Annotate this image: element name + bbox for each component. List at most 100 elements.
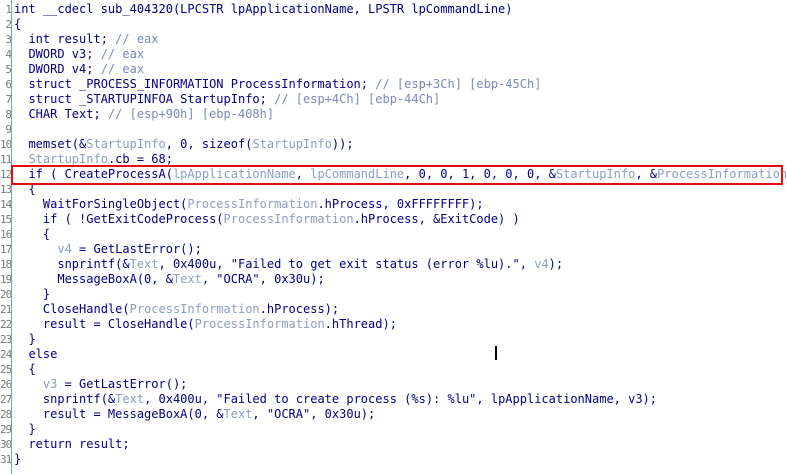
code-token: .hProcess, 0xFFFFFFFF);: [317, 197, 484, 211]
code-token: else: [14, 347, 58, 361]
line-number: 26: [0, 378, 11, 391]
code-line[interactable]: 18 snprintf(&Text, 0x400u, "Failed to ge…: [0, 257, 787, 272]
code-line[interactable]: 19 MessageBoxA(0, &Text, "OCRA", 0x30u);: [0, 272, 787, 287]
code-token: CHAR Text;: [14, 107, 108, 121]
code-line[interactable]: 7 struct _STARTUPINFOA StartupInfo; // […: [0, 92, 787, 107]
line-number: 4: [5, 48, 11, 61]
code-text: }: [14, 452, 21, 467]
code-line[interactable]: 6 struct _PROCESS_INFORMATION ProcessInf…: [0, 77, 787, 92]
code-line[interactable]: 30 return result;: [0, 437, 787, 452]
code-line[interactable]: 24 else: [0, 347, 787, 362]
code-text: snprintf(&Text, 0x400u, "Failed to creat…: [14, 392, 657, 407]
code-token: = GetLastError();: [57, 377, 188, 391]
code-token: {: [14, 362, 36, 376]
line-number: 8: [5, 108, 11, 121]
code-line[interactable]: 27 snprintf(&Text, 0x400u, "Failed to cr…: [0, 392, 787, 407]
code-token: // eax: [115, 32, 159, 46]
line-number: 13: [0, 183, 11, 196]
code-text: struct _PROCESS_INFORMATION ProcessInfor…: [14, 77, 541, 92]
code-line[interactable]: 3 int result; // eax: [0, 32, 787, 47]
code-token: ProcessInformation: [223, 212, 354, 226]
code-token: struct _PROCESS_INFORMATION ProcessInfor…: [14, 77, 376, 91]
code-text: {: [14, 17, 21, 32]
code-text: v4 = GetLastError();: [14, 242, 202, 257]
code-token: , "OCRA", 0x30u);: [252, 407, 376, 421]
line-number: 28: [0, 408, 11, 421]
code-text: {: [14, 362, 36, 377]
line-number: 18: [0, 258, 11, 271]
code-text: return result;: [14, 437, 129, 452]
code-text: else: [14, 347, 57, 362]
code-line[interactable]: 31}: [0, 452, 787, 467]
code-text: if ( !GetExitCodeProcess(ProcessInformat…: [14, 212, 520, 227]
code-text: int __cdecl sub_404320(LPCSTR lpApplicat…: [14, 2, 513, 17]
code-token: ProcessInformation: [194, 317, 325, 331]
line-number: 15: [0, 213, 11, 226]
code-text: WaitForSingleObject(ProcessInformation.h…: [14, 197, 484, 212]
code-token: }: [14, 422, 36, 436]
code-token: StartupInfo: [86, 137, 166, 151]
code-token: StartupInfo: [252, 137, 332, 151]
line-number: 29: [0, 423, 11, 436]
line-number: 2: [5, 18, 11, 31]
code-text: memset(&StartupInfo, 0, sizeof(StartupIn…: [14, 137, 354, 152]
code-token: , 0, sizeof(: [165, 137, 253, 151]
line-number: 31: [0, 453, 11, 466]
code-token: ProcessInformation: [187, 197, 318, 211]
code-line[interactable]: 14 WaitForSingleObject(ProcessInformatio…: [0, 197, 787, 212]
code-text: snprintf(&Text, 0x400u, "Failed to get e…: [14, 257, 563, 272]
code-text: result = CloseHandle(ProcessInformation.…: [14, 317, 397, 332]
code-line[interactable]: 17 v4 = GetLastError();: [0, 242, 787, 257]
code-token: result = CloseHandle(: [14, 317, 195, 331]
code-line[interactable]: 21 CloseHandle(ProcessInformation.hProce…: [0, 302, 787, 317]
code-token: int result;: [14, 32, 116, 46]
code-line[interactable]: 8 CHAR Text; // [esp+90h] [ebp-408h]: [0, 107, 787, 122]
code-line[interactable]: 15 if ( !GetExitCodeProcess(ProcessInfor…: [0, 212, 787, 227]
code-token: // eax: [100, 47, 145, 61]
code-token: memset(&: [14, 137, 87, 151]
code-text: v3 = GetLastError();: [14, 377, 188, 392]
code-token: Text: [115, 392, 145, 406]
code-token: = GetLastError();: [71, 242, 202, 256]
code-line[interactable]: 26 v3 = GetLastError();: [0, 377, 787, 392]
highlighted-line-box: [11, 165, 783, 185]
code-token: ));: [331, 137, 354, 151]
code-text: struct _STARTUPINFOA StartupInfo; // [es…: [14, 92, 440, 107]
code-line[interactable]: 22 result = CloseHandle(ProcessInformati…: [0, 317, 787, 332]
code-line[interactable]: 29 }: [0, 422, 787, 437]
code-token: // [esp+90h] [ebp-408h]: [107, 107, 275, 121]
code-token: // [esp+3Ch] [ebp-45Ch]: [375, 77, 542, 91]
code-text: }: [14, 422, 36, 437]
code-line[interactable]: 2{: [0, 17, 787, 32]
code-line[interactable]: 23 }: [0, 332, 787, 347]
code-line[interactable]: 9: [0, 122, 787, 137]
line-number: 6: [5, 78, 11, 91]
code-token: int __cdecl sub_404320(LPCSTR lpApplicat…: [14, 2, 513, 16]
decompiler-code-view[interactable]: 1 int __cdecl sub_404320(LPCSTR lpApplica…: [0, 0, 787, 474]
code-line[interactable]: 20 }: [0, 287, 787, 302]
code-line[interactable]: 10 memset(&StartupInfo, 0, sizeof(Startu…: [0, 137, 787, 152]
code-token: // [esp+4Ch] [ebp-44Ch]: [274, 92, 441, 106]
code-line[interactable]: 25 {: [0, 362, 787, 377]
code-text: result = MessageBoxA(0, &Text, "OCRA", 0…: [14, 407, 375, 422]
code-line[interactable]: 28 result = MessageBoxA(0, &Text, "OCRA"…: [0, 407, 787, 422]
code-token: , 0x400u, "Failed to get exit status (er…: [158, 257, 535, 271]
code-text: {: [14, 227, 50, 242]
code-token: StartupInfo: [28, 152, 108, 166]
code-token: {: [14, 17, 22, 31]
code-token: Text: [172, 272, 202, 286]
code-token: snprintf(&: [14, 392, 116, 406]
code-text: }: [14, 287, 50, 302]
code-text: DWORD v4; // eax: [14, 62, 144, 77]
code-line[interactable]: 4 DWORD v3; // eax: [0, 47, 787, 62]
code-token: , 0x400u, "Failed to create process (%s)…: [144, 392, 658, 406]
line-number: 1: [5, 3, 11, 16]
line-number: 17: [0, 243, 11, 256]
text-cursor: [495, 346, 497, 360]
code-line[interactable]: 1 int __cdecl sub_404320(LPCSTR lpApplica…: [0, 2, 787, 17]
code-text: DWORD v3; // eax: [14, 47, 144, 62]
code-line[interactable]: 16 {: [0, 227, 787, 242]
code-line[interactable]: 5 DWORD v4; // eax: [0, 62, 787, 77]
